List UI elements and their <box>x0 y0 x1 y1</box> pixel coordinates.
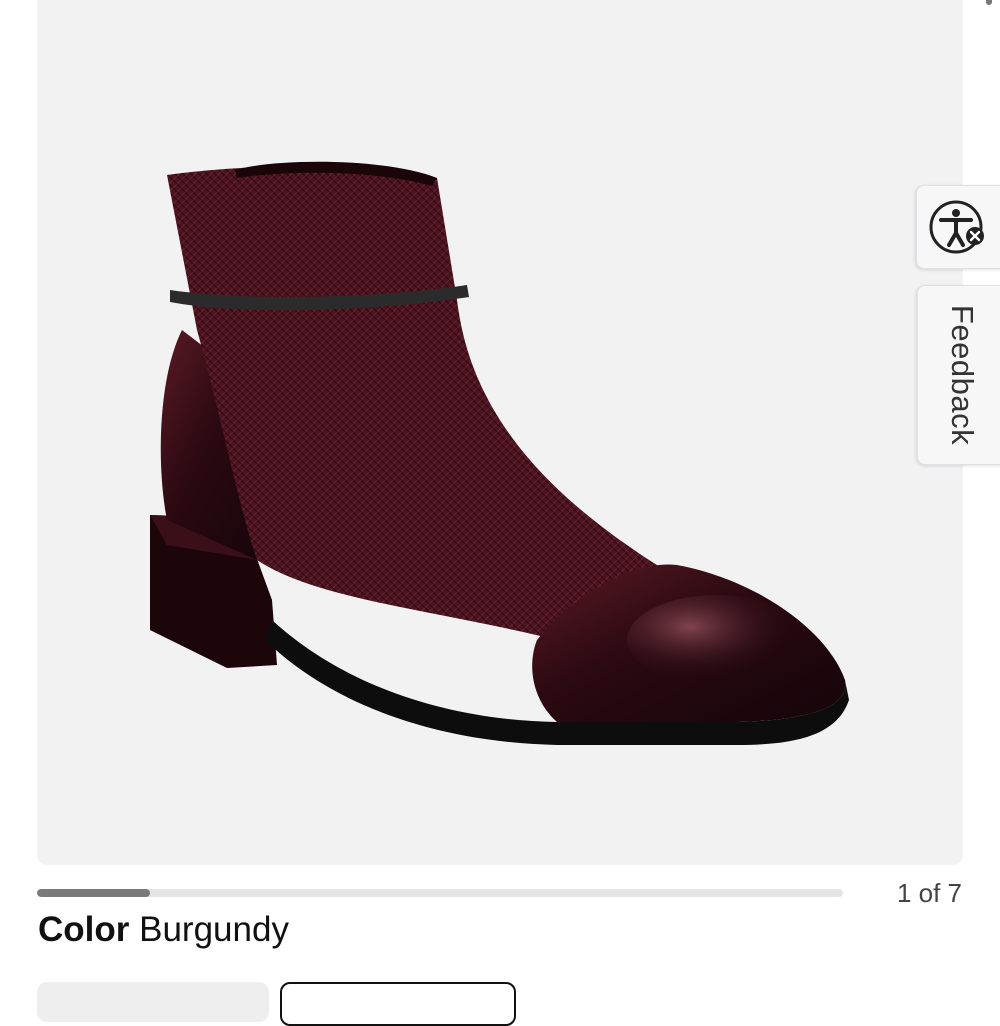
product-image-gallery[interactable] <box>37 0 963 865</box>
accessibility-button[interactable] <box>916 185 1000 269</box>
overflow-menu-indicator <box>986 0 992 5</box>
color-swatch-option[interactable] <box>37 982 269 1022</box>
accessibility-person-icon <box>929 200 984 254</box>
feedback-label: Feedback <box>945 304 980 446</box>
gallery-progress-bar <box>37 889 843 897</box>
gallery-progress-fill <box>37 889 150 897</box>
gallery-counter: 1 of 7 <box>896 878 962 908</box>
color-swatch-selected[interactable] <box>280 982 516 1026</box>
boot-image <box>150 161 849 745</box>
selected-color: Color Burgundy <box>38 908 289 952</box>
color-value: Burgundy <box>139 910 289 949</box>
color-label: Color <box>38 910 130 949</box>
feedback-tab[interactable]: Feedback <box>917 285 1000 465</box>
